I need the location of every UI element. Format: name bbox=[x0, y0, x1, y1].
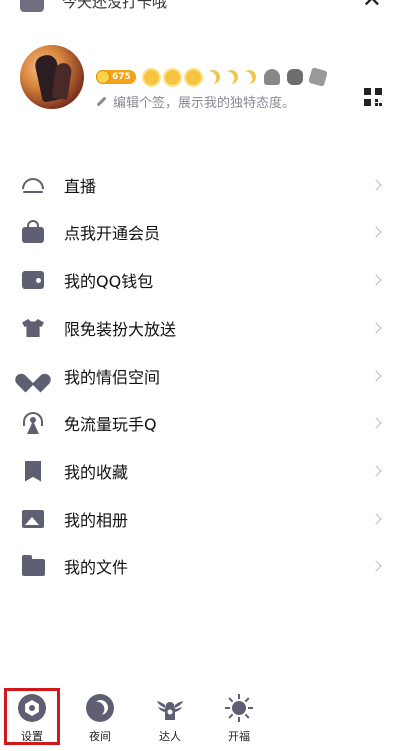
pencil-icon bbox=[96, 96, 107, 107]
signature-text: 编辑个签，展示我的独特态度。 bbox=[113, 96, 296, 111]
close-icon[interactable]: ✕ bbox=[362, 0, 382, 11]
heart-icon bbox=[21, 364, 45, 388]
menu-item-files[interactable]: 我的文件 bbox=[0, 542, 400, 590]
chevron-right-icon bbox=[370, 465, 382, 477]
level-badge: 675 bbox=[96, 70, 136, 84]
bookmark-icon bbox=[21, 459, 45, 483]
menu-item-vip[interactable]: 点我开通会员 bbox=[0, 208, 400, 256]
menu-label: 点我开通会员 bbox=[64, 224, 161, 243]
sun-level-icon bbox=[143, 69, 159, 85]
chevron-right-icon bbox=[370, 370, 382, 382]
menu-label: 我的情侣空间 bbox=[64, 368, 161, 387]
settings-highlight-box bbox=[4, 688, 60, 745]
moon-icon bbox=[86, 694, 114, 722]
qr-code-icon[interactable] bbox=[364, 88, 382, 106]
menu-item-live[interactable]: 直播 bbox=[0, 161, 400, 209]
winged-badge-icon bbox=[156, 694, 184, 722]
menu-label: 我的收藏 bbox=[64, 463, 129, 482]
menu-label: 限免装扮大放送 bbox=[64, 320, 177, 339]
sun-level-icon bbox=[185, 69, 201, 85]
level-number: 675 bbox=[112, 72, 131, 82]
moon-level-icon bbox=[222, 68, 240, 86]
chevron-right-icon bbox=[370, 322, 382, 334]
profile-section: 675 编辑个签，展示我的独特态度。 bbox=[0, 40, 400, 120]
wallet-icon bbox=[21, 268, 45, 292]
night-mode-button[interactable]: 夜间 bbox=[72, 690, 128, 746]
top-bar: 今天还没打卡哦 ✕ bbox=[0, 0, 400, 18]
chevron-right-icon bbox=[370, 417, 382, 429]
pet-icon[interactable] bbox=[263, 69, 280, 85]
chevron-right-icon bbox=[370, 274, 382, 286]
sun-icon bbox=[225, 694, 253, 722]
checkin-text: 今天还没打卡哦 bbox=[62, 0, 168, 11]
folder-icon bbox=[21, 554, 45, 578]
blessing-button[interactable]: 开福 bbox=[211, 690, 267, 746]
menu-label: 直播 bbox=[64, 177, 97, 196]
chevron-right-icon bbox=[370, 179, 382, 191]
talent-button[interactable]: 达人 bbox=[142, 690, 198, 746]
photo-icon bbox=[21, 507, 45, 531]
menu-item-dress[interactable]: 限免装扮大放送 bbox=[0, 304, 400, 352]
menu-label: 我的文件 bbox=[64, 558, 129, 577]
moon-level-icon bbox=[240, 68, 258, 86]
signature-edit[interactable]: 编辑个签，展示我的独特态度。 bbox=[96, 92, 295, 111]
menu-item-couple[interactable]: 我的情侣空间 bbox=[0, 352, 400, 400]
menu-label: 我的QQ钱包 bbox=[64, 272, 154, 291]
chevron-right-icon bbox=[370, 560, 382, 572]
moon-level-icon bbox=[204, 68, 222, 86]
robot-icon[interactable] bbox=[286, 69, 303, 85]
chevron-right-icon bbox=[370, 226, 382, 238]
menu-item-free-data[interactable]: 免流量玩手Q bbox=[0, 399, 400, 447]
menu-item-favorites[interactable]: 我的收藏 bbox=[0, 447, 400, 495]
talent-label: 达人 bbox=[159, 730, 181, 743]
menu-label: 我的相册 bbox=[64, 511, 129, 530]
live-icon bbox=[21, 173, 45, 197]
sun-level-icon bbox=[164, 69, 180, 85]
game-icon[interactable] bbox=[307, 67, 328, 87]
bottom-bar: 设置 夜间 达人 开福 bbox=[0, 690, 400, 751]
checkin-icon[interactable] bbox=[20, 0, 44, 12]
blessing-label: 开福 bbox=[228, 730, 250, 743]
chevron-right-icon bbox=[370, 513, 382, 525]
menu-item-album[interactable]: 我的相册 bbox=[0, 495, 400, 543]
vip-bag-icon bbox=[21, 220, 45, 244]
avatar[interactable] bbox=[20, 45, 84, 109]
antenna-icon bbox=[21, 411, 45, 435]
level-badges[interactable]: 675 bbox=[96, 67, 328, 87]
night-mode-label: 夜间 bbox=[89, 730, 111, 743]
shirt-icon bbox=[21, 316, 45, 340]
coin-icon bbox=[96, 70, 110, 84]
menu-label: 免流量玩手Q bbox=[64, 415, 157, 434]
menu-item-wallet[interactable]: 我的QQ钱包 bbox=[0, 256, 400, 304]
